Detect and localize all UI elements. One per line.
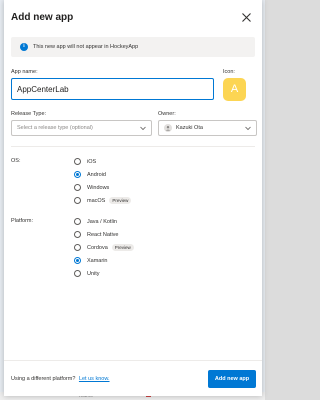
- chevron-down-icon: [245, 125, 251, 133]
- background-page-right: [262, 0, 265, 400]
- owner-name: Kazuki Ota: [176, 125, 203, 131]
- close-icon[interactable]: [241, 12, 252, 23]
- avatar: [164, 124, 172, 132]
- os-option-label: Android: [87, 171, 106, 178]
- add-app-dialog: Add new app i This new app will not appe…: [4, 0, 262, 396]
- os-option-ios[interactable]: iOS: [74, 157, 96, 166]
- os-option-label: iOS: [87, 158, 97, 165]
- add-new-app-button[interactable]: Add new app: [208, 370, 256, 388]
- radio-button[interactable]: [74, 218, 81, 225]
- platform-option-react-native[interactable]: React Native: [74, 230, 119, 239]
- os-option-android[interactable]: Android: [74, 170, 106, 179]
- platform-label: Platform:: [11, 218, 34, 224]
- platform-option-cordova[interactable]: Cordova Preview: [74, 243, 134, 252]
- os-option-label: Windows: [87, 184, 110, 191]
- platform-option-label: Xamarin: [87, 257, 108, 264]
- os-option-label: macOS: [87, 197, 106, 204]
- radio-button[interactable]: [74, 244, 81, 251]
- radio-button[interactable]: [74, 184, 81, 191]
- radio-button[interactable]: [74, 197, 81, 204]
- os-option-windows[interactable]: Windows: [74, 183, 109, 192]
- info-notice: i This new app will not appear in Hockey…: [11, 37, 255, 57]
- app-icon-picker[interactable]: A: [223, 78, 246, 101]
- platform-option-xamarin[interactable]: Xamarin: [74, 256, 107, 265]
- platform-option-label: Unity: [87, 270, 100, 277]
- footer-question-text: Using a different platform?: [11, 376, 76, 382]
- chevron-down-icon: [140, 125, 146, 133]
- owner-label: Owner:: [158, 111, 176, 117]
- info-icon: i: [20, 43, 28, 51]
- preview-badge: Preview: [109, 197, 132, 204]
- icon-label: Icon:: [223, 69, 235, 75]
- os-option-macos[interactable]: macOS Preview: [74, 196, 132, 205]
- let-us-know-link[interactable]: Let us know.: [79, 376, 110, 382]
- app-name-input[interactable]: [11, 78, 214, 100]
- release-type-dropdown[interactable]: Select a release type (optional): [11, 120, 152, 136]
- platform-option-label: Cordova: [87, 244, 108, 251]
- divider: [11, 146, 255, 147]
- footer-question: Using a different platform? Let us know.: [11, 376, 110, 382]
- radio-button[interactable]: [74, 270, 81, 277]
- dialog-title: Add new app: [11, 12, 74, 23]
- radio-button-selected[interactable]: [74, 171, 81, 178]
- app-name-label: App name:: [11, 69, 38, 75]
- platform-option-label: React Native: [87, 231, 119, 238]
- platform-option-unity[interactable]: Unity: [74, 269, 100, 278]
- release-type-label: Release Type:: [11, 111, 47, 117]
- radio-button[interactable]: [74, 231, 81, 238]
- release-type-placeholder: Select a release type (optional): [17, 125, 93, 131]
- radio-button-selected[interactable]: [74, 257, 81, 264]
- platform-option-java-kotlin[interactable]: Java / Kotlin: [74, 217, 117, 226]
- os-label: OS:: [11, 158, 21, 164]
- footer-divider: [4, 360, 262, 361]
- info-notice-text: This new app will not appear in HockeyAp…: [33, 44, 139, 50]
- platform-option-label: Java / Kotlin: [87, 218, 117, 225]
- radio-button[interactable]: [74, 158, 81, 165]
- preview-badge: Preview: [111, 244, 134, 251]
- owner-dropdown[interactable]: Kazuki Ota: [158, 120, 257, 136]
